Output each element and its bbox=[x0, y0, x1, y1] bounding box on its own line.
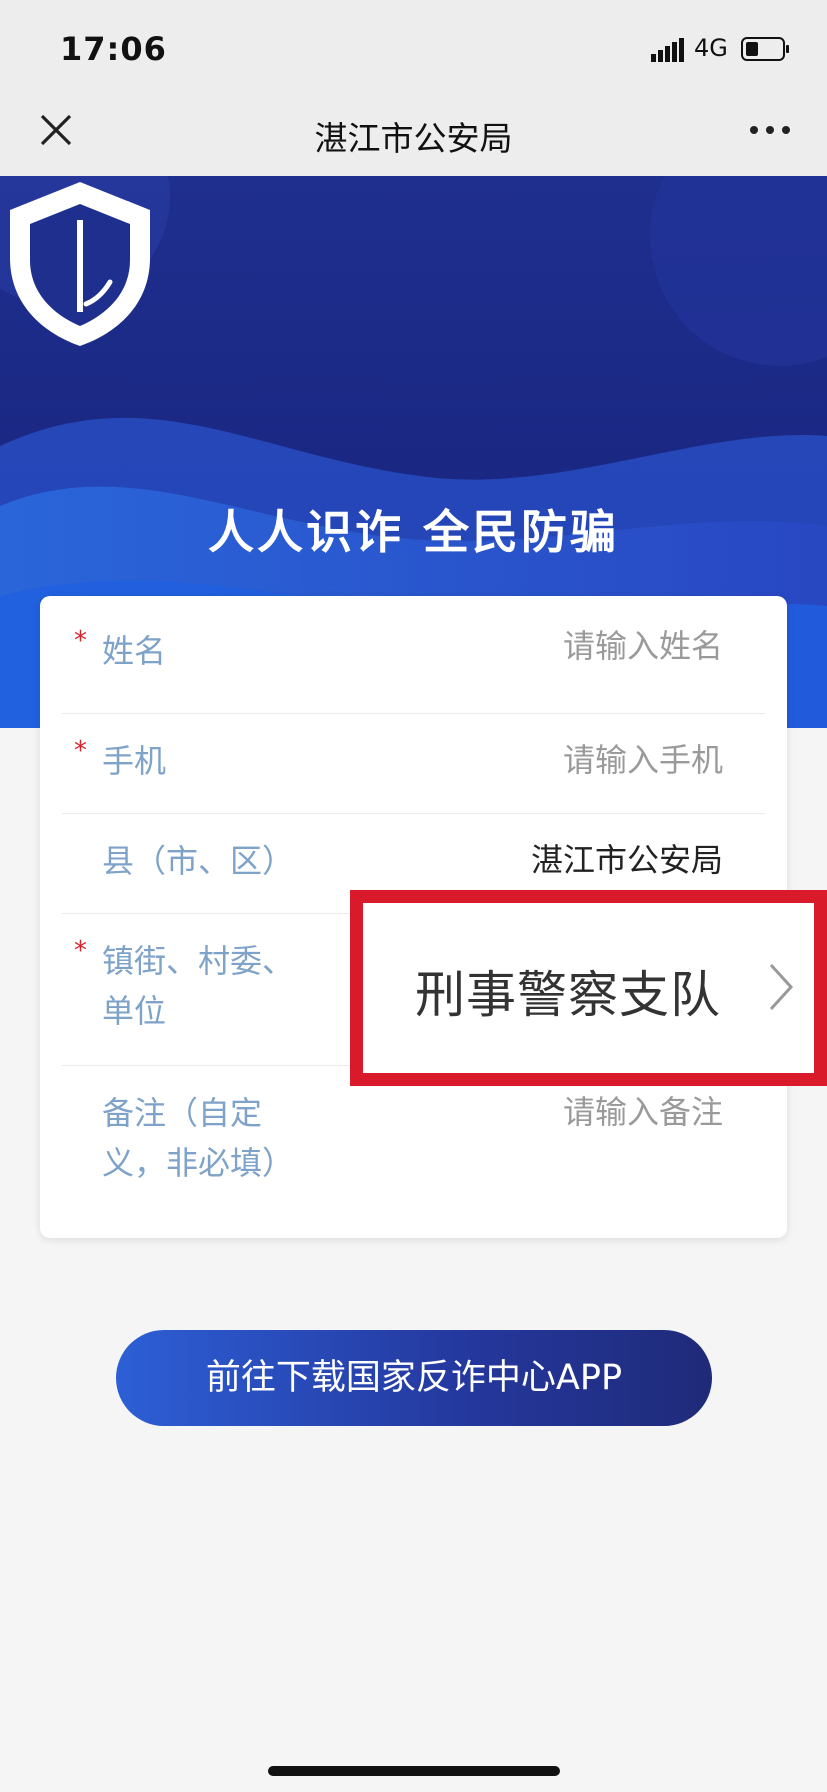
field-label: 单位 bbox=[102, 992, 167, 1030]
field-label: 镇街、村委、 bbox=[102, 942, 295, 980]
field-label: 县（市、区） bbox=[102, 842, 295, 880]
remark-row[interactable]: 备注（自定 义，非必填） 请输入备注 bbox=[62, 1066, 765, 1238]
field-label: 义，非必填） bbox=[102, 1144, 295, 1182]
status-time: 17:06 bbox=[60, 30, 167, 68]
status-bar: 17:06 4G bbox=[0, 0, 827, 100]
banner-slogan: 人人识诈 全民防骗 bbox=[207, 505, 619, 559]
name-row[interactable]: * 姓名 请输入姓名 bbox=[62, 596, 765, 714]
field-label: 手机 bbox=[102, 742, 167, 780]
district-value[interactable]: 湛江市公安局 bbox=[531, 840, 723, 880]
required-mark: * bbox=[74, 736, 87, 766]
phone-input[interactable]: 请输入手机 bbox=[563, 740, 723, 780]
more-icon[interactable] bbox=[748, 118, 792, 142]
name-input[interactable]: 请输入姓名 bbox=[563, 626, 723, 666]
chevron-right-icon bbox=[769, 963, 794, 1011]
battery-icon bbox=[741, 37, 789, 61]
shield-icon bbox=[10, 182, 150, 346]
download-app-button[interactable]: 前往下载国家反诈中心APP bbox=[116, 1330, 712, 1426]
required-mark: * bbox=[74, 936, 87, 966]
nav-bar: 湛江市公安局 bbox=[0, 88, 827, 176]
network-label: 4G bbox=[694, 34, 728, 62]
required-mark: * bbox=[74, 626, 87, 656]
signal-icon bbox=[651, 38, 684, 62]
unit-selected-value: 刑事警察支队 bbox=[415, 966, 721, 1024]
app-screen: 17:06 4G 湛江市公安局 人人识诈 全民防骗 * 姓名 请输入姓名 * 手… bbox=[0, 0, 827, 1792]
field-label: 姓名 bbox=[102, 632, 167, 670]
highlight-box[interactable]: 刑事警察支队 bbox=[350, 890, 827, 1086]
page-title: 湛江市公安局 bbox=[314, 119, 513, 158]
remark-input[interactable]: 请输入备注 bbox=[563, 1092, 723, 1132]
phone-row[interactable]: * 手机 请输入手机 bbox=[62, 714, 765, 814]
home-indicator bbox=[268, 1766, 560, 1776]
field-label: 备注（自定 bbox=[102, 1094, 263, 1132]
